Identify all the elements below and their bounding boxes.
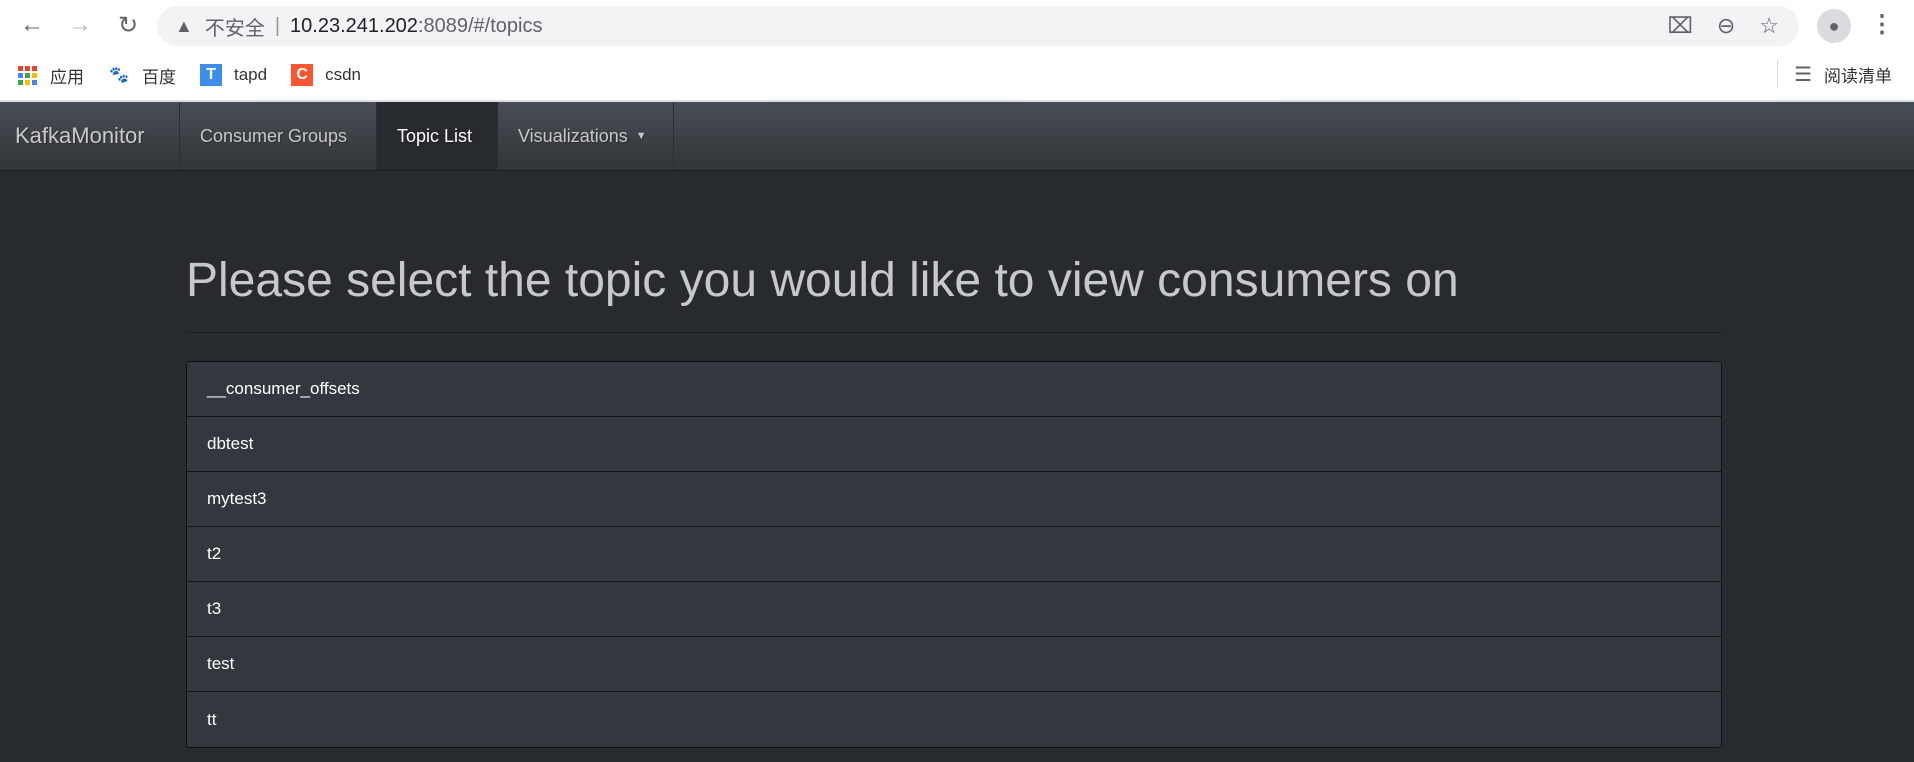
- nav-visualizations[interactable]: Visualizations ▼: [498, 102, 674, 170]
- zoom-out-icon[interactable]: ⊖: [1717, 13, 1735, 39]
- forward-icon[interactable]: →: [60, 5, 100, 45]
- reading-list-icon: ☰: [1794, 63, 1812, 86]
- bookmark-baidu[interactable]: 🐾 百度: [108, 63, 176, 88]
- topic-item[interactable]: t3: [187, 582, 1721, 637]
- star-icon[interactable]: ☆: [1759, 13, 1779, 39]
- tapd-icon: T: [200, 64, 222, 86]
- main-content: Please select the topic you would like t…: [186, 171, 1722, 748]
- page-title: Please select the topic you would like t…: [186, 254, 1459, 307]
- topic-item[interactable]: tt: [187, 692, 1721, 747]
- address-bar[interactable]: ▲ 不安全 | 10.23.241.202:8089/#/topics ⌧ ⊖ …: [157, 6, 1799, 46]
- csdn-icon: C: [291, 64, 314, 86]
- caret-down-icon: ▼: [635, 130, 647, 142]
- security-label: 不安全: [204, 17, 265, 40]
- topic-item[interactable]: __consumer_offsets: [187, 362, 1721, 417]
- reading-list-button[interactable]: ☰ 阅读清单: [1777, 60, 1892, 88]
- warning-icon: ▲: [175, 15, 193, 36]
- topic-item[interactable]: t2: [187, 527, 1721, 582]
- nav-consumer-groups[interactable]: Consumer Groups: [180, 102, 377, 170]
- profile-icon[interactable]: ●: [1817, 9, 1851, 43]
- topic-list: __consumer_offsets dbtest mytest3 t2 t3 …: [186, 361, 1722, 748]
- translate-icon[interactable]: ⌧: [1667, 13, 1692, 39]
- url-path: :8089/#/topics: [417, 14, 543, 37]
- brand-link[interactable]: KafkaMonitor: [0, 102, 180, 170]
- bookmark-apps[interactable]: 应用: [16, 63, 84, 88]
- url-host: 10.23.241.202: [290, 14, 418, 37]
- bookmark-tapd[interactable]: T tapd: [200, 64, 267, 86]
- topic-item[interactable]: mytest3: [187, 472, 1721, 527]
- divider: [186, 332, 1722, 333]
- bookmark-csdn[interactable]: C csdn: [291, 64, 361, 86]
- apps-icon: [16, 64, 38, 86]
- menu-icon[interactable]: ⋮: [1870, 10, 1894, 39]
- topic-item[interactable]: dbtest: [187, 417, 1721, 472]
- navbar: KafkaMonitor Consumer Groups Topic List …: [0, 102, 1914, 171]
- browser-chrome: ← → ↻ ▲ 不安全 | 10.23.241.202:8089/#/topic…: [0, 0, 1914, 102]
- back-icon[interactable]: ←: [12, 5, 52, 45]
- reload-icon[interactable]: ↻: [108, 5, 148, 45]
- topic-item[interactable]: test: [187, 637, 1721, 692]
- baidu-icon: 🐾: [109, 67, 129, 84]
- nav-topic-list[interactable]: Topic List: [377, 102, 498, 170]
